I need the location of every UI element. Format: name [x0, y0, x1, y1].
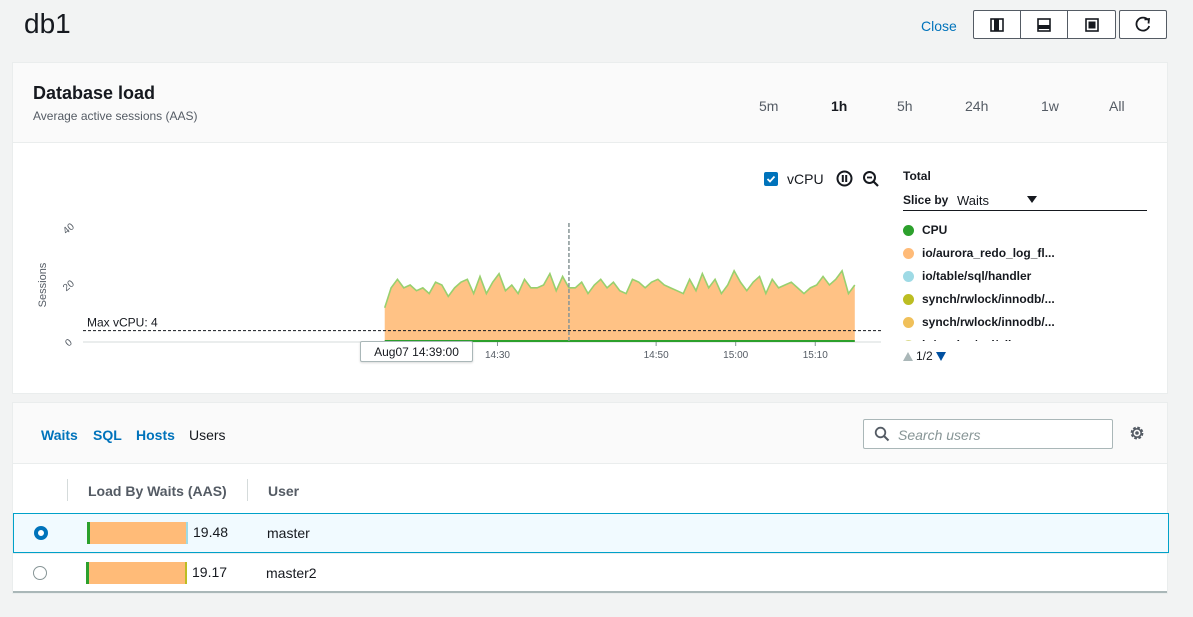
vcpu-label: vCPU [787, 171, 824, 187]
time-range-1h[interactable]: 1h [831, 98, 847, 114]
refresh-icon [1135, 16, 1151, 32]
table-row[interactable]: 19.48 master [13, 513, 1169, 553]
split-bottom-icon [1037, 17, 1051, 32]
tab-sql[interactable]: SQL [93, 427, 122, 443]
slice-by-label: Slice by [903, 193, 949, 207]
row-radio[interactable] [33, 566, 47, 580]
vcpu-checkbox[interactable] [764, 172, 778, 186]
load-value: 19.17 [192, 564, 228, 580]
legend-item-label: synch/rwlock/innodb/... [922, 315, 1055, 329]
full-screen-button[interactable] [1068, 11, 1115, 38]
column-divider [247, 479, 248, 501]
column-divider [67, 479, 68, 501]
time-range-selector: 5m 1h 5h 24h 1w All [13, 98, 1167, 118]
legend-item-label: io/aurora_redo_log_fl... [922, 246, 1055, 260]
database-load-panel: Database load Average active sessions (A… [12, 62, 1168, 394]
legend-item[interactable]: synch/rwlock/innodb/... [903, 290, 1147, 308]
tab-users[interactable]: Users [189, 427, 226, 443]
row-radio[interactable] [34, 526, 48, 540]
legend-item[interactable]: io/socket/sql/client_c [903, 336, 1147, 341]
split-left-icon [990, 17, 1004, 32]
layout-toggle-group [973, 10, 1116, 39]
table-header: Load By Waits (AAS) User [13, 465, 1167, 513]
time-range-all[interactable]: All [1109, 98, 1125, 114]
x-tick-label: 14:30 [485, 350, 510, 361]
user-name: master [267, 525, 310, 541]
user-name: master2 [266, 565, 317, 581]
database-load-header: Database load Average active sessions (A… [13, 63, 1167, 143]
table-row[interactable]: 19.17 master2 [13, 553, 1169, 593]
load-bar [87, 522, 188, 544]
checkmark-icon [766, 175, 776, 183]
legend-swatch [903, 293, 914, 305]
split-left-button[interactable] [974, 11, 1021, 38]
refresh-button[interactable] [1119, 10, 1167, 39]
max-vcpu-label: Max vCPU: 4 [87, 316, 158, 330]
close-link[interactable]: Close [921, 18, 957, 34]
x-tick-label: 15:00 [723, 350, 748, 361]
legend-items: CPU io/aurora_redo_log_fl... io/table/sql/… [903, 221, 1147, 341]
page-up-icon[interactable] [903, 351, 913, 361]
legend-page-count: 1/2 [916, 349, 933, 363]
gear-icon[interactable] [1128, 424, 1146, 442]
load-value: 19.48 [193, 524, 229, 540]
legend-item-label: CPU [922, 223, 948, 237]
split-bottom-button[interactable] [1021, 11, 1068, 38]
legend-item-label: synch/rwlock/innodb/... [922, 292, 1055, 306]
legend-item[interactable]: CPU [903, 221, 1147, 239]
time-range-5h[interactable]: 5h [897, 98, 913, 114]
legend-item-label: io/socket/sql/client_c [922, 338, 1043, 341]
legend-swatch [903, 224, 914, 236]
slice-by-row: Slice by Waits [903, 191, 1147, 211]
tab-hosts[interactable]: Hosts [136, 427, 175, 443]
pause-icon[interactable] [836, 170, 853, 187]
search-users-input[interactable] [898, 425, 1108, 445]
load-bar-segment [184, 562, 187, 584]
legend-swatch [903, 270, 914, 282]
x-tick-label: 15:10 [803, 350, 828, 361]
legend-swatch [903, 316, 914, 328]
caret-down-icon[interactable] [1027, 196, 1037, 203]
column-header-user[interactable]: User [268, 483, 299, 499]
y-axis-label: Sessions [37, 262, 49, 307]
series-area [384, 270, 855, 342]
time-range-1w[interactable]: 1w [1041, 98, 1059, 114]
header: db1 Close [0, 0, 1193, 62]
y-tick-label: 20 [61, 278, 77, 294]
zoom-out-icon[interactable] [862, 170, 880, 188]
legend-item-label: io/table/sql/handler [922, 269, 1032, 283]
legend-total: Total [903, 169, 931, 183]
legend-item[interactable]: synch/rwlock/innodb/... [903, 313, 1147, 331]
database-load-chart[interactable]: Max vCPU: 402040Sessions14:2014:3014:501… [13, 143, 893, 363]
load-bar-segment [89, 562, 185, 584]
search-box [863, 419, 1113, 449]
legend-pager: 1/2 [903, 349, 946, 363]
column-header-load[interactable]: Load By Waits (AAS) [88, 483, 227, 499]
page-down-icon[interactable] [935, 351, 946, 361]
load-bar [86, 562, 187, 584]
search-icon [874, 426, 890, 442]
table-bottom-border [13, 591, 1167, 593]
tab-waits[interactable]: Waits [41, 427, 78, 443]
y-tick-label: 0 [63, 337, 75, 349]
load-bar-segment [90, 522, 186, 544]
dimension-tab-bar: Waits SQL Hosts Users [13, 403, 1167, 464]
chart-legend: Total Slice by Waits CPU io/aurora_redo_l… [903, 169, 1149, 341]
load-bar-segment [185, 522, 188, 544]
full-screen-icon [1084, 17, 1099, 32]
top-dimensions-panel: Waits SQL Hosts Users Load By Waits (AAS) U… [12, 402, 1169, 594]
page-title: db1 [24, 8, 71, 39]
time-range-24h[interactable]: 24h [965, 98, 988, 114]
legend-item[interactable]: io/table/sql/handler [903, 267, 1147, 285]
legend-swatch [903, 339, 914, 341]
time-range-5m[interactable]: 5m [759, 98, 778, 114]
legend-item[interactable]: io/aurora_redo_log_fl... [903, 244, 1147, 262]
y-tick-label: 40 [61, 221, 77, 237]
chart-tooltip: Aug07 14:39:00 [360, 341, 473, 362]
x-tick-label: 14:50 [644, 350, 669, 361]
legend-swatch [903, 247, 914, 259]
